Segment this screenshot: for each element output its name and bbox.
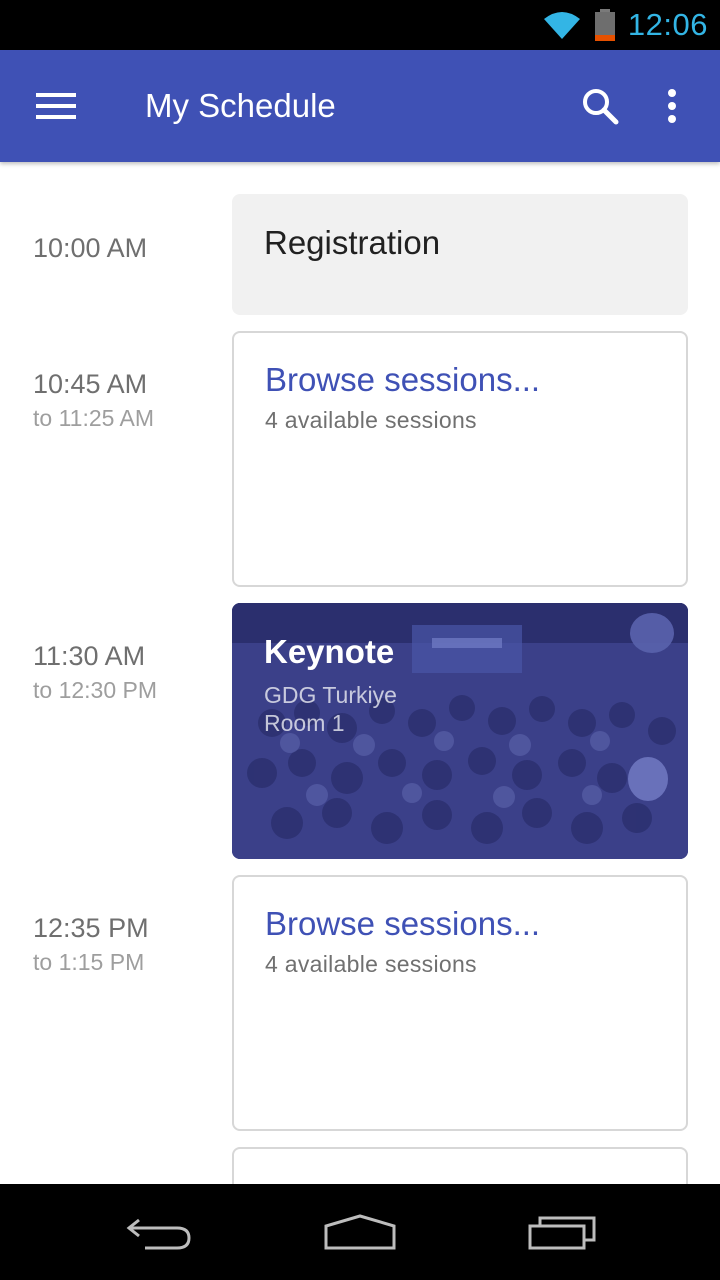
card-subtitle: 4 available sessions <box>265 407 477 433</box>
registration-card[interactable]: Registration <box>232 194 688 315</box>
home-button[interactable] <box>305 1198 415 1266</box>
card-title: Browse sessions... <box>265 905 541 942</box>
time-slot: 12:35 PM to 1:15 PM <box>33 912 149 978</box>
recents-icon <box>528 1216 596 1250</box>
app-bar: My Schedule <box>0 50 720 162</box>
search-icon <box>583 89 619 125</box>
menu-button[interactable] <box>26 78 86 134</box>
start-time: 10:00 AM <box>33 233 148 263</box>
status-time: 12:06 <box>627 7 708 42</box>
card-subtitle: 4 available sessions <box>265 951 477 977</box>
home-icon <box>324 1214 396 1250</box>
session-subtitle: GDG Turkiye Room 1 <box>264 681 397 737</box>
menu-icon <box>36 93 76 119</box>
end-time: to 1:15 PM <box>33 949 145 975</box>
battery-icon <box>594 9 615 41</box>
wifi-icon <box>543 12 580 39</box>
time-slot: 11:30 AM to 12:30 PM <box>33 640 157 706</box>
session-room: Room 1 <box>264 710 345 736</box>
start-time: 12:35 PM <box>33 913 149 943</box>
time-slot: 10:45 AM to 11:25 AM <box>33 368 154 434</box>
navigation-bar <box>0 1184 720 1280</box>
search-button[interactable] <box>570 78 630 134</box>
card-title: Keynote <box>264 633 395 670</box>
keynote-session-card[interactable]: Keynote GDG Turkiye Room 1 <box>232 603 688 859</box>
schedule-list[interactable]: 10:00 AM Registration 10:45 AM to 11:25 … <box>0 162 720 1184</box>
back-button[interactable] <box>105 1198 215 1266</box>
browse-sessions-card[interactable] <box>232 1147 688 1184</box>
more-vert-icon <box>668 89 676 123</box>
time-slot: 10:00 AM <box>33 232 147 264</box>
card-title: Registration <box>264 224 441 261</box>
browse-sessions-card[interactable]: Browse sessions... 4 available sessions <box>232 875 688 1131</box>
session-track: GDG Turkiye <box>264 682 397 708</box>
browse-sessions-card[interactable]: Browse sessions... 4 available sessions <box>232 331 688 587</box>
end-time: to 11:25 AM <box>33 405 155 431</box>
start-time: 10:45 AM <box>33 369 148 399</box>
start-time: 11:30 AM <box>33 641 146 671</box>
status-bar: 12:06 <box>0 0 720 50</box>
back-icon <box>126 1218 191 1250</box>
page-title: My Schedule <box>145 87 336 124</box>
card-title: Browse sessions... <box>265 361 541 398</box>
end-time: to 12:30 PM <box>33 677 158 703</box>
overflow-menu-button[interactable] <box>646 78 698 134</box>
recents-button[interactable] <box>507 1198 617 1266</box>
